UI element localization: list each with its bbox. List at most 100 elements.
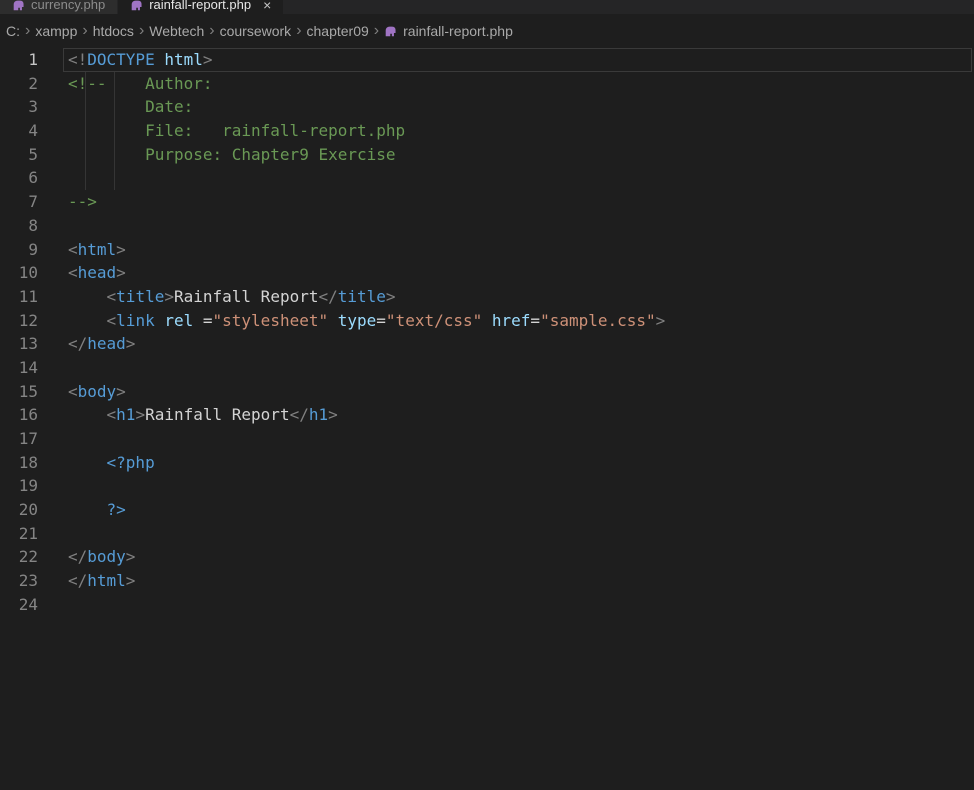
code-line[interactable]: 8 bbox=[0, 214, 974, 238]
indent-guide bbox=[85, 166, 86, 190]
line-number[interactable]: 11 bbox=[0, 285, 38, 309]
chevron-right-icon: › bbox=[25, 24, 30, 38]
line-number[interactable]: 24 bbox=[0, 593, 38, 617]
code-content: <h1>Rainfall Report</h1> bbox=[68, 403, 974, 427]
code-content: </head> bbox=[68, 332, 974, 356]
line-number[interactable]: 21 bbox=[0, 522, 38, 546]
tab-bar: currency.php rainfall-report.php × bbox=[0, 0, 974, 14]
indent-guide bbox=[114, 95, 115, 119]
code-line[interactable]: 13 </head> bbox=[0, 332, 974, 356]
code-content: <html> bbox=[68, 238, 974, 262]
code-content: <head> bbox=[68, 261, 974, 285]
code-content bbox=[68, 522, 974, 546]
line-number[interactable]: 4 bbox=[0, 119, 38, 143]
code-line[interactable]: 14 bbox=[0, 356, 974, 380]
line-number[interactable]: 17 bbox=[0, 427, 38, 451]
indent-guide bbox=[114, 119, 115, 143]
chevron-right-icon: › bbox=[296, 24, 301, 38]
code-line[interactable]: 5 Purpose: Chapter9 Exercise bbox=[0, 143, 974, 167]
line-number[interactable]: 8 bbox=[0, 214, 38, 238]
line-number[interactable]: 13 bbox=[0, 332, 38, 356]
code-line[interactable]: 15<body> bbox=[0, 380, 974, 404]
code-content: <?php bbox=[68, 451, 974, 475]
code-line[interactable]: 24 bbox=[0, 593, 974, 617]
code-content bbox=[68, 427, 974, 451]
code-line[interactable]: 12 <link rel ="stylesheet" type="text/cs… bbox=[0, 309, 974, 333]
indent-guide bbox=[85, 72, 86, 96]
code-content bbox=[68, 474, 974, 498]
code-line[interactable]: 11 <title>Rainfall Report</title> bbox=[0, 285, 974, 309]
code-line[interactable]: 19 bbox=[0, 474, 974, 498]
line-number[interactable]: 9 bbox=[0, 238, 38, 262]
code-content: <!DOCTYPE html> bbox=[68, 48, 974, 72]
code-content bbox=[68, 214, 974, 238]
code-line[interactable]: 16 <h1>Rainfall Report</h1> bbox=[0, 403, 974, 427]
indent-guide bbox=[85, 143, 86, 167]
php-icon bbox=[384, 25, 397, 37]
code-line[interactable]: 1 <!DOCTYPE html> bbox=[0, 48, 974, 72]
line-number[interactable]: 10 bbox=[0, 261, 38, 285]
code-content: </body> bbox=[68, 545, 974, 569]
php-icon bbox=[130, 0, 143, 11]
indent-guide bbox=[114, 72, 115, 96]
line-number[interactable]: 2 bbox=[0, 72, 38, 96]
line-number[interactable]: 23 bbox=[0, 569, 38, 593]
tab-rainfall-report-php[interactable]: rainfall-report.php × bbox=[118, 0, 284, 14]
chevron-right-icon: › bbox=[209, 24, 214, 38]
code-content: Purpose: Chapter9 Exercise bbox=[68, 143, 974, 167]
code-line[interactable]: 22 </body> bbox=[0, 545, 974, 569]
code-line[interactable]: 23 </html> bbox=[0, 569, 974, 593]
code-content: Date: bbox=[68, 95, 974, 119]
indent-guide bbox=[114, 143, 115, 167]
code-line[interactable]: 10 <head> bbox=[0, 261, 974, 285]
code-line[interactable]: 20 ?> bbox=[0, 498, 974, 522]
indent-guide bbox=[85, 119, 86, 143]
line-number[interactable]: 15 bbox=[0, 380, 38, 404]
code-line[interactable]: 17 bbox=[0, 427, 974, 451]
line-number[interactable]: 7 bbox=[0, 190, 38, 214]
code-content: File: rainfall-report.php bbox=[68, 119, 974, 143]
code-content: <title>Rainfall Report</title> bbox=[68, 285, 974, 309]
line-number[interactable]: 22 bbox=[0, 545, 38, 569]
line-number[interactable]: 16 bbox=[0, 403, 38, 427]
tab-label: rainfall-report.php bbox=[149, 0, 251, 12]
editor: 1<!DOCTYPE html>2<!-- Author:3 Date:4 Fi… bbox=[0, 48, 974, 617]
code-content: </html> bbox=[68, 569, 974, 593]
tab-label: currency.php bbox=[31, 0, 105, 12]
line-number[interactable]: 19 bbox=[0, 474, 38, 498]
line-number[interactable]: 5 bbox=[0, 143, 38, 167]
code-line[interactable]: 18 <?php bbox=[0, 451, 974, 475]
code-line[interactable]: 9 <html> bbox=[0, 238, 974, 262]
code-content: <link rel ="stylesheet" type="text/css" … bbox=[68, 309, 974, 333]
breadcrumb-item[interactable]: C: bbox=[4, 23, 22, 39]
code-content bbox=[68, 166, 974, 190]
breadcrumb-item[interactable]: htdocs bbox=[91, 23, 136, 39]
code-line[interactable]: 4 File: rainfall-report.php bbox=[0, 119, 974, 143]
code-content: <!-- Author: bbox=[68, 72, 974, 96]
chevron-right-icon: › bbox=[139, 24, 144, 38]
code-line[interactable]: 21 bbox=[0, 522, 974, 546]
line-number[interactable]: 18 bbox=[0, 451, 38, 475]
tab-currency-php[interactable]: currency.php bbox=[0, 0, 118, 14]
line-number[interactable]: 6 bbox=[0, 166, 38, 190]
code-line[interactable]: 3 Date: bbox=[0, 95, 974, 119]
line-number[interactable]: 14 bbox=[0, 356, 38, 380]
line-number[interactable]: 3 bbox=[0, 95, 38, 119]
breadcrumb-item[interactable]: chapter09 bbox=[305, 23, 371, 39]
line-number[interactable]: 20 bbox=[0, 498, 38, 522]
indent-guide bbox=[85, 95, 86, 119]
indent-guide bbox=[114, 166, 115, 190]
code-line[interactable]: 6 bbox=[0, 166, 974, 190]
chevron-right-icon: › bbox=[374, 24, 379, 38]
code-line[interactable]: 2 <!-- Author: bbox=[0, 72, 974, 96]
breadcrumb-item[interactable]: Webtech bbox=[147, 23, 206, 39]
line-number[interactable]: 1 bbox=[0, 48, 38, 72]
breadcrumb-item[interactable]: rainfall-report.php bbox=[401, 23, 515, 39]
breadcrumb-item[interactable]: xampp bbox=[33, 23, 79, 39]
breadcrumb-item[interactable]: coursework bbox=[218, 23, 294, 39]
code-content: --> bbox=[68, 190, 974, 214]
breadcrumb: C:›xampp›htdocs›Webtech›coursework›chapt… bbox=[0, 14, 974, 48]
code-line[interactable]: 7 --> bbox=[0, 190, 974, 214]
tab-close-icon[interactable]: × bbox=[263, 0, 271, 13]
line-number[interactable]: 12 bbox=[0, 309, 38, 333]
